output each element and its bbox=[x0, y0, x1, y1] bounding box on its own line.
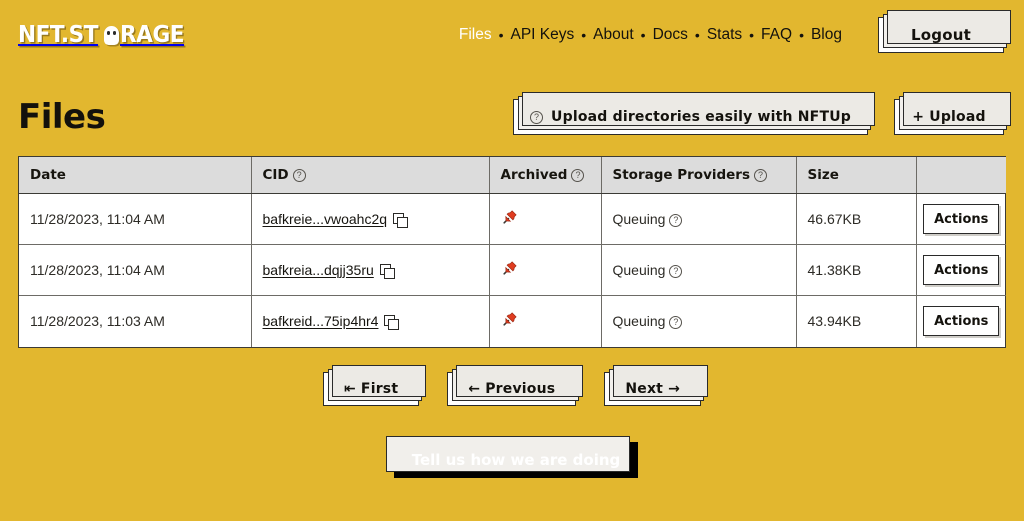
column-header-archived: Archived? bbox=[489, 157, 602, 194]
cell-actions: Actions bbox=[916, 193, 1006, 245]
nav-item-blog[interactable]: Blog bbox=[811, 26, 842, 44]
table-row: 11/28/2023, 11:04 AM bafkreie...vwoahc2q… bbox=[19, 193, 1006, 245]
pushpin-icon bbox=[501, 209, 518, 226]
cell-cid: bafkreie...vwoahc2q bbox=[251, 193, 490, 245]
cell-cid: bafkreid...75ip4hr4 bbox=[251, 295, 490, 347]
files-table: Date CID? Archived? Storage Providers? S… bbox=[19, 157, 1006, 347]
nav-item-faq[interactable]: FAQ bbox=[761, 26, 792, 44]
help-circle-icon[interactable]: ? bbox=[669, 316, 683, 330]
copy-icon[interactable] bbox=[384, 315, 400, 331]
help-circle-icon[interactable]: ? bbox=[669, 214, 683, 227]
nav-item-api-keys[interactable]: API Keys bbox=[511, 26, 575, 44]
cell-actions: Actions bbox=[916, 296, 1006, 347]
cid-link[interactable]: bafkreid...75ip4hr4 bbox=[263, 313, 379, 329]
table-header-row: Date CID? Archived? Storage Providers? S… bbox=[19, 157, 1006, 194]
nav-item-stats[interactable]: Stats bbox=[707, 26, 742, 44]
nav-separator: • bbox=[749, 27, 755, 43]
actions-button[interactable]: Actions bbox=[923, 306, 1000, 337]
column-header-date: Date bbox=[19, 157, 252, 194]
ghost-mascot-icon bbox=[104, 25, 120, 45]
nav-separator: • bbox=[581, 27, 587, 43]
pagination-next-button[interactable]: Next → bbox=[604, 364, 708, 406]
cell-archived bbox=[489, 193, 602, 245]
help-circle-icon: ? bbox=[530, 110, 544, 124]
cell-archived bbox=[489, 244, 602, 296]
nav-item-docs[interactable]: Docs bbox=[653, 26, 688, 44]
page-title-row: Files ? Upload directories easily with N… bbox=[0, 70, 1024, 142]
actions-button[interactable]: Actions bbox=[923, 204, 1000, 234]
logout-button[interactable]: Logout bbox=[878, 10, 1011, 53]
main-nav: Files • API Keys • About • Docs • Stats … bbox=[459, 26, 842, 44]
feedback-section: Tell us how we are doing bbox=[0, 435, 1024, 478]
column-header-size-label: Size bbox=[807, 167, 839, 183]
cell-date: 11/28/2023, 11:04 AM bbox=[19, 193, 252, 245]
table-row: 11/28/2023, 11:04 AM bafkreia...dqjj35ru… bbox=[19, 244, 1006, 296]
column-header-storage-providers-label: Storage Providers bbox=[612, 167, 751, 183]
nav-separator: • bbox=[498, 27, 504, 43]
site-header: NFT.ST RAGE Files • API Keys • About • Do… bbox=[0, 0, 1024, 70]
column-header-storage-providers: Storage Providers? bbox=[601, 157, 797, 194]
cid-link[interactable]: bafkreia...dqjj35ru bbox=[263, 262, 374, 278]
cell-archived bbox=[489, 295, 602, 347]
logo[interactable]: NFT.ST RAGE bbox=[18, 21, 188, 48]
copy-icon[interactable] bbox=[393, 213, 409, 228]
nav-separator: • bbox=[799, 27, 804, 43]
cell-date: 11/28/2023, 11:04 AM bbox=[19, 244, 252, 296]
cell-storage-provider: Queuing? bbox=[601, 193, 797, 245]
cell-cid: bafkreia...dqjj35ru bbox=[251, 244, 490, 296]
storage-status-label: Queuing bbox=[612, 313, 666, 330]
cell-size: 46.67KB bbox=[796, 193, 917, 245]
column-header-actions bbox=[916, 157, 1006, 194]
cell-actions: Actions bbox=[916, 244, 1006, 296]
column-header-date-label: Date bbox=[30, 167, 66, 183]
pushpin-icon bbox=[501, 260, 518, 277]
pagination-previous-button[interactable]: ← Previous bbox=[447, 364, 584, 406]
pushpin-icon bbox=[501, 311, 518, 328]
pagination-first-button[interactable]: ⇤ First bbox=[322, 364, 427, 406]
help-circle-icon[interactable]: ? bbox=[754, 169, 768, 182]
help-circle-icon[interactable]: ? bbox=[292, 169, 306, 182]
help-circle-icon[interactable]: ? bbox=[669, 265, 683, 278]
column-header-cid-label: CID bbox=[262, 167, 289, 183]
actions-button[interactable]: Actions bbox=[923, 255, 1000, 285]
cell-storage-provider: Queuing? bbox=[601, 295, 797, 347]
pagination: ⇤ First ← Previous Next → bbox=[0, 364, 1024, 406]
page-actions: ? Upload directories easily with NFTUp +… bbox=[513, 92, 1011, 135]
storage-status-label: Queuing bbox=[612, 262, 666, 278]
page-title: Files bbox=[18, 97, 106, 137]
nftup-upload-label: Upload directories easily with NFTUp bbox=[551, 109, 851, 125]
cell-size: 43.94KB bbox=[796, 295, 917, 347]
table-row: 11/28/2023, 11:03 AM bafkreid...75ip4hr4… bbox=[19, 295, 1006, 347]
nav-item-about[interactable]: About bbox=[593, 26, 634, 44]
files-table-container: Date CID? Archived? Storage Providers? S… bbox=[18, 156, 1006, 348]
cell-size: 41.38KB bbox=[796, 244, 917, 296]
column-header-cid: CID? bbox=[251, 157, 490, 194]
files-table-body: 11/28/2023, 11:04 AM bafkreie...vwoahc2q… bbox=[19, 193, 1006, 347]
cell-date: 11/28/2023, 11:03 AM bbox=[19, 295, 252, 347]
storage-status-label: Queuing bbox=[612, 211, 666, 227]
upload-button[interactable]: + Upload bbox=[894, 92, 1011, 135]
nav-item-files[interactable]: Files bbox=[459, 26, 492, 44]
cid-link[interactable]: bafkreie...vwoahc2q bbox=[263, 211, 388, 227]
cell-storage-provider: Queuing? bbox=[601, 244, 797, 296]
logo-text-left: NFT.ST bbox=[18, 21, 99, 48]
nftup-upload-button[interactable]: ? Upload directories easily with NFTUp bbox=[513, 92, 875, 135]
copy-icon[interactable] bbox=[379, 264, 395, 279]
files-table-head: Date CID? Archived? Storage Providers? S… bbox=[19, 157, 1006, 194]
feedback-button[interactable]: Tell us how we are doing bbox=[385, 435, 639, 478]
column-header-archived-label: Archived bbox=[500, 167, 568, 183]
help-circle-icon[interactable]: ? bbox=[571, 169, 585, 182]
nav-separator: • bbox=[640, 27, 646, 43]
column-header-size: Size bbox=[796, 157, 917, 194]
logo-text-right: RAGE bbox=[120, 21, 185, 48]
nav-separator: • bbox=[694, 27, 700, 43]
